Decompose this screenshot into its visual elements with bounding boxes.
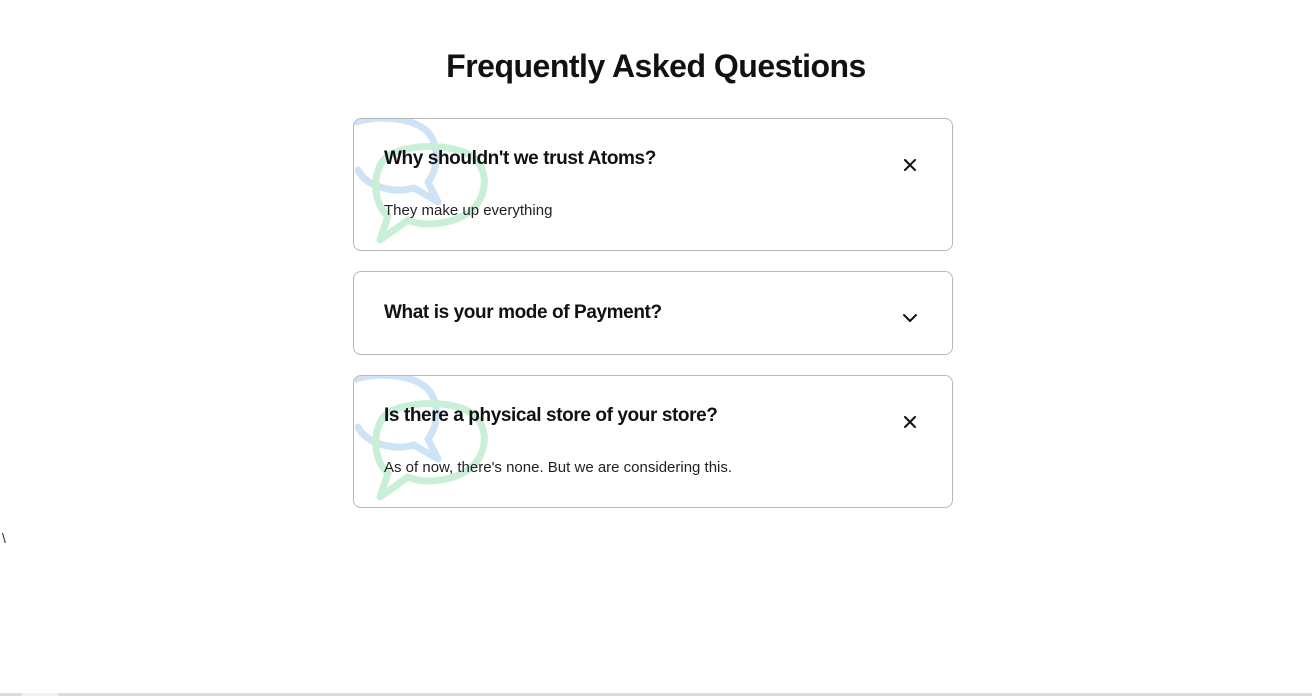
faq-list: Why shouldn't we trust Atoms? They make …	[353, 118, 953, 528]
faq-answer: They make up everything	[384, 202, 553, 219]
faq-question: Why shouldn't we trust Atoms?	[384, 148, 656, 169]
close-icon[interactable]	[898, 410, 922, 434]
stray-text: \	[2, 530, 6, 546]
speech-bubbles-icon	[354, 376, 488, 501]
faq-item-physical-store[interactable]: Is there a physical store of your store?…	[353, 375, 953, 508]
faq-item-payment[interactable]: What is your mode of Payment?	[353, 271, 953, 355]
faq-item-atoms[interactable]: Why shouldn't we trust Atoms? They make …	[353, 118, 953, 251]
close-icon[interactable]	[898, 153, 922, 177]
speech-bubbles-icon	[354, 119, 488, 244]
faq-page: Frequently Asked Questions Why shouldn't…	[0, 0, 1312, 696]
page-title: Frequently Asked Questions	[446, 48, 866, 84]
faq-question: Is there a physical store of your store?	[384, 405, 718, 426]
faq-question: What is your mode of Payment?	[384, 302, 662, 323]
chevron-down-icon[interactable]	[898, 306, 922, 330]
faq-answer: As of now, there's none. But we are cons…	[384, 459, 733, 476]
